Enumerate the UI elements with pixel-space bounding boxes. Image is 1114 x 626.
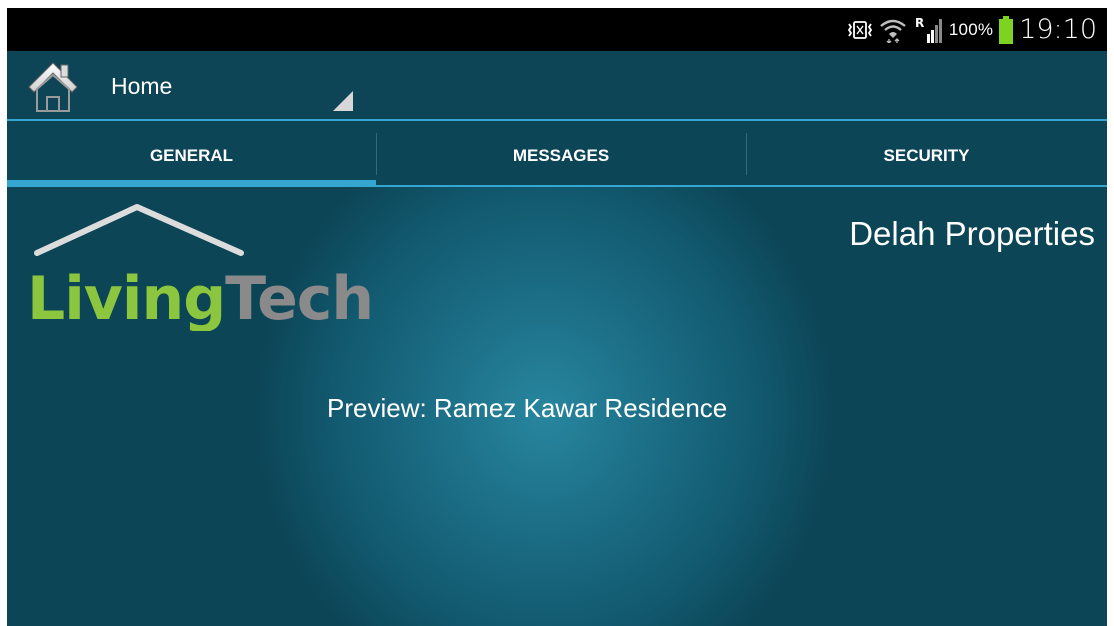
home-spinner[interactable]: Home: [89, 57, 359, 115]
livingtech-logo: LivingTech: [27, 204, 374, 331]
device-screen: R 100% 19:10 Home GENERAL MESSAGES SECUR…: [7, 8, 1107, 626]
tab-messages[interactable]: MESSAGES: [376, 121, 746, 187]
tab-label: MESSAGES: [512, 146, 610, 165]
spinner-arrow-icon: [333, 91, 353, 111]
tab-general[interactable]: GENERAL: [7, 121, 376, 187]
vibrate-icon: [847, 20, 872, 39]
battery-icon: [999, 15, 1014, 44]
logo-text-living: Living: [27, 264, 225, 331]
tab-security[interactable]: SECURITY: [746, 121, 1107, 187]
roaming-signal-icon: R: [915, 16, 942, 43]
home-title: Home: [111, 73, 173, 99]
tab-label: GENERAL: [149, 146, 234, 165]
action-bar: Home: [7, 51, 1107, 121]
status-bar: R 100% 19:10: [7, 8, 1107, 51]
battery-percent: 100%: [948, 19, 994, 39]
wifi-icon: [880, 19, 906, 43]
clock: 19:10: [1019, 14, 1097, 45]
tab-label: SECURITY: [883, 146, 970, 165]
company-name: Delah Properties: [849, 215, 1095, 252]
general-content: LivingTech Delah Properties Preview: Ram…: [7, 187, 1107, 626]
preview-label: Preview: Ramez Kawar Residence: [327, 393, 728, 423]
svg-text:R: R: [915, 16, 924, 30]
logo-text-tech: Tech: [225, 264, 373, 331]
home-icon[interactable]: [27, 59, 79, 113]
status-icons: R 100% 19:10: [847, 8, 1097, 51]
tab-bar: GENERAL MESSAGES SECURITY: [7, 121, 1107, 187]
svg-text:LivingTech: LivingTech: [27, 264, 373, 331]
